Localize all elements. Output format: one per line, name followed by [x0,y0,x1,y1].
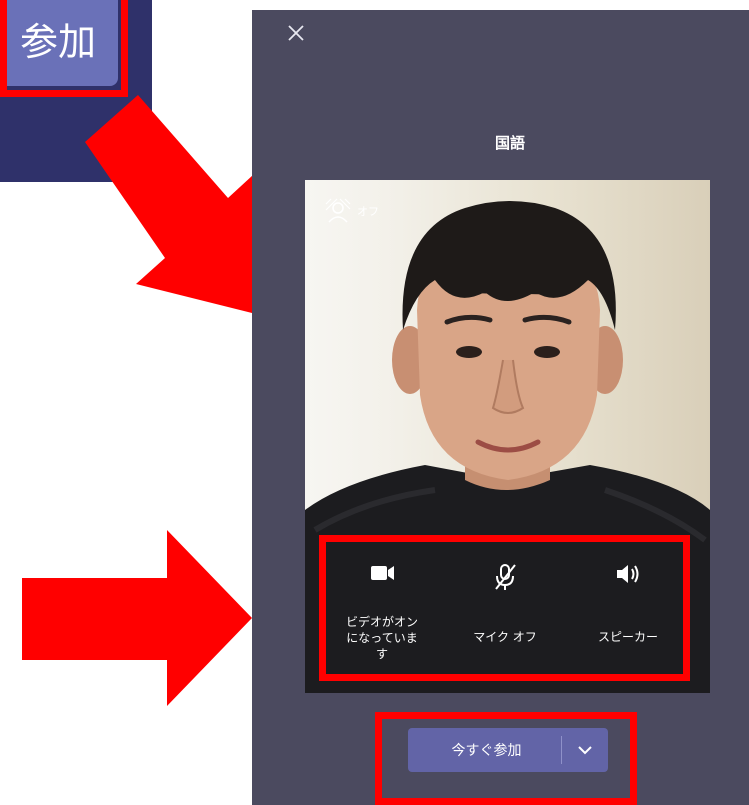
controls-highlight-frame [319,535,690,681]
right-arrow [22,530,252,706]
background-effects-icon [325,198,351,223]
meeting-title: 国語 [494,134,525,152]
inset-highlight-frame [0,0,128,97]
join-highlight-frame [375,712,637,805]
background-effect-label: オフ [357,205,379,218]
background-effect-status[interactable]: オフ [325,198,379,224]
close-icon[interactable] [285,18,307,46]
